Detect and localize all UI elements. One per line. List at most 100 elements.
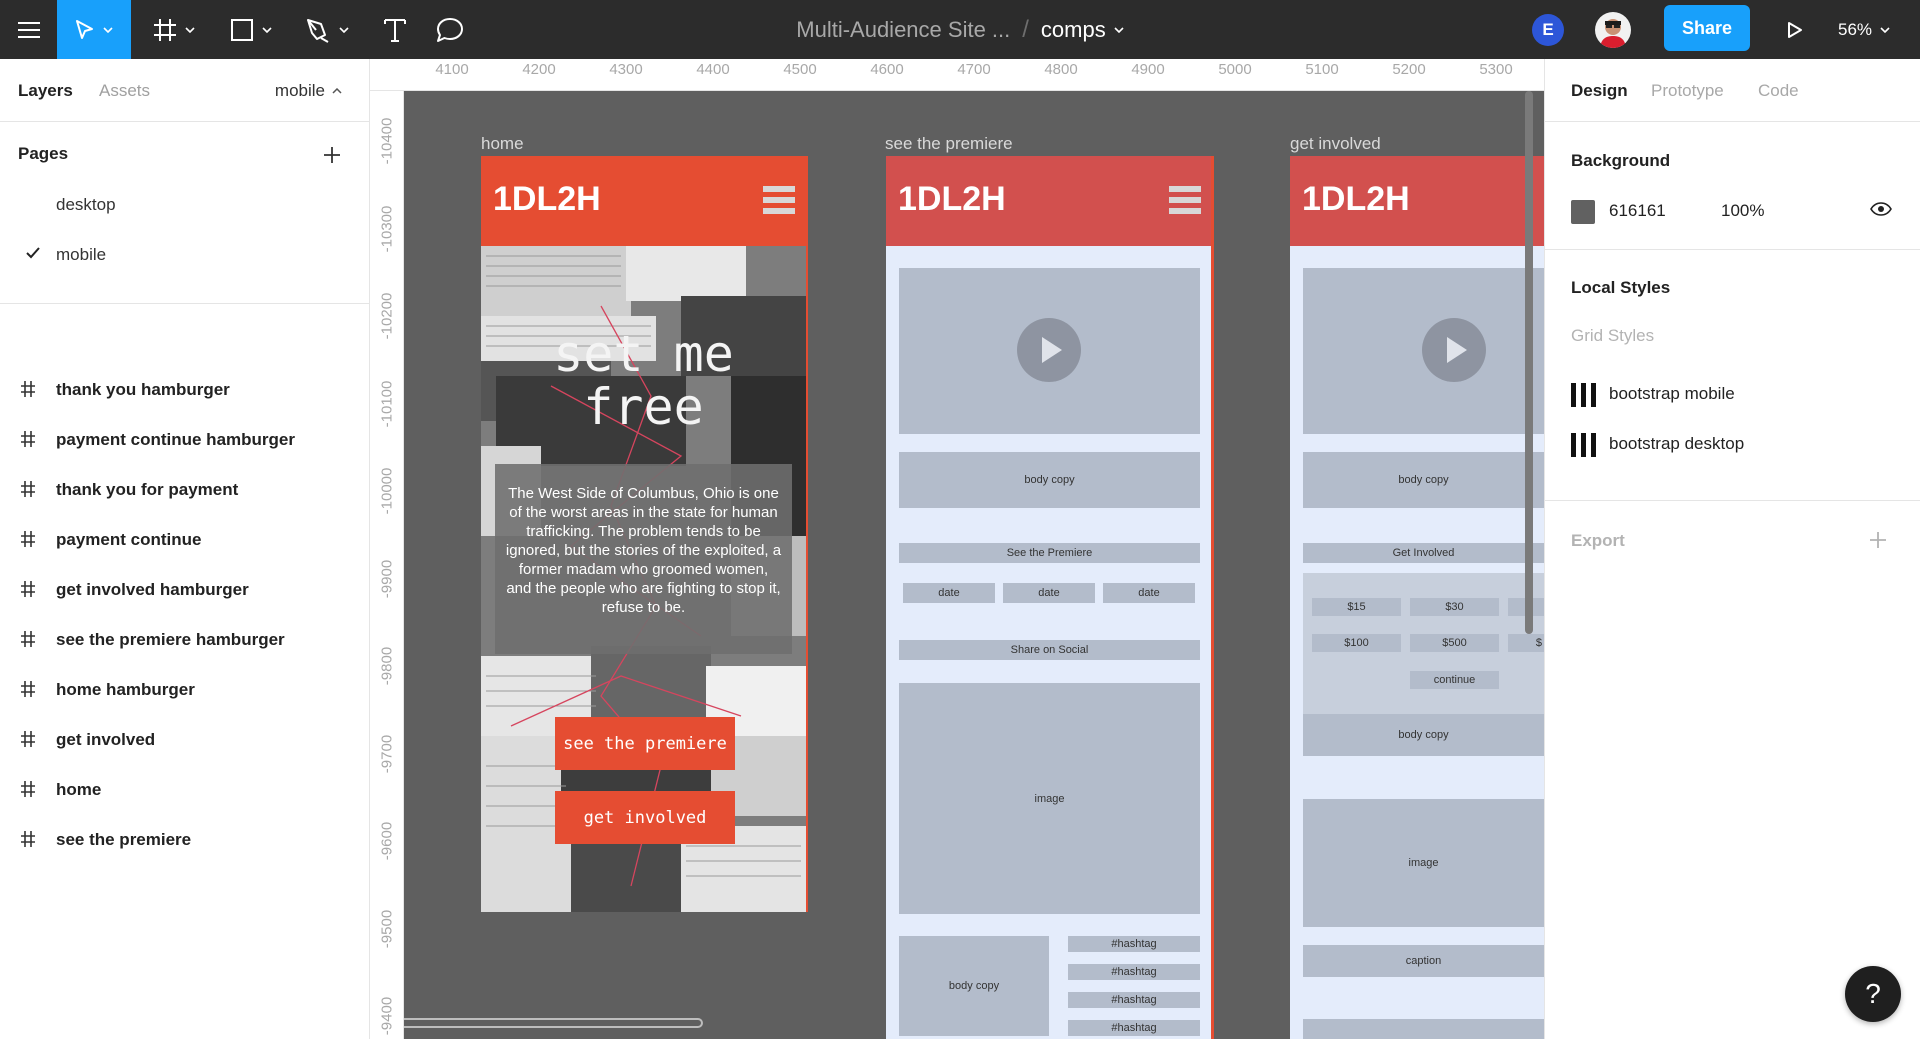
date-button[interactable]: date	[1103, 583, 1195, 603]
grid-style-bootstrap-mobile[interactable]: bootstrap mobile	[1571, 380, 1901, 410]
ruler-tick-label: 5100	[1305, 61, 1339, 78]
layer-item[interactable]: see the premiere	[0, 820, 369, 860]
hashtag-chip[interactable]: #hashtag	[1068, 964, 1200, 980]
layer-item-label: thank you for payment	[56, 480, 239, 499]
present-button[interactable]	[1775, 0, 1815, 59]
get-involved-section-button[interactable]: Get Involved	[1303, 543, 1544, 563]
hero-section: set me free The West Side of Columbus, O…	[481, 246, 806, 912]
shape-tool-button[interactable]	[218, 0, 284, 59]
layer-item[interactable]: get involved	[0, 720, 369, 760]
add-page-button[interactable]	[320, 143, 344, 167]
background-color-swatch[interactable]	[1571, 200, 1595, 224]
ruler-tick-label: -10300	[378, 205, 396, 252]
page-menu[interactable]: comps	[1041, 17, 1124, 43]
plus-icon[interactable]	[1867, 529, 1889, 551]
ruler-tick-label: -9900	[378, 559, 396, 598]
frame-label-home[interactable]: home	[481, 134, 524, 154]
get-involved-button[interactable]: get involved	[555, 791, 735, 844]
video-placeholder[interactable]	[1303, 268, 1544, 434]
frame-see-the-premiere[interactable]: 1DL2H body copy See the Premiere date da…	[886, 156, 1214, 1039]
layers-panel: Layers Assets mobile Pages desktop mobil…	[0, 59, 370, 1039]
main-menu-button[interactable]	[0, 0, 57, 59]
layer-item[interactable]: thank you for payment	[0, 470, 369, 510]
page-item-desktop[interactable]: desktop	[0, 185, 369, 225]
amount-button[interactable]: $15	[1312, 598, 1401, 616]
frame-label-premiere[interactable]: see the premiere	[885, 134, 1013, 154]
horizontal-scrollbar[interactable]	[370, 1018, 703, 1028]
avatar[interactable]: E	[1532, 14, 1564, 46]
pen-tool-button[interactable]	[294, 0, 360, 59]
layer-item[interactable]: home hamburger	[0, 670, 369, 710]
hero-title-line-2: free	[583, 378, 704, 436]
ruler-tick-label: 4600	[870, 61, 904, 78]
text-tool-button[interactable]	[370, 0, 420, 59]
hamburger-icon[interactable]	[1169, 186, 1201, 216]
layer-item-label: see the premiere hamburger	[56, 630, 285, 649]
layer-item[interactable]: home	[0, 770, 369, 810]
file-name[interactable]: Multi-Audience Site ...	[796, 17, 1010, 43]
ruler-tick-label: -9400	[378, 996, 396, 1036]
date-button[interactable]: date	[903, 583, 995, 603]
brand-logo[interactable]: 1DL2H	[1302, 180, 1410, 219]
zoom-menu[interactable]: 56%	[1838, 0, 1890, 59]
frame-icon	[21, 831, 35, 847]
amount-button[interactable]: $100	[1312, 634, 1401, 652]
page-item-mobile[interactable]: mobile	[0, 235, 369, 275]
body-copy-block: body copy	[1303, 714, 1544, 756]
frame-home[interactable]: 1DL2H set me free The West Side of Colum…	[481, 156, 808, 912]
comment-tool-button[interactable]	[425, 0, 475, 59]
move-tool-button[interactable]	[57, 0, 131, 59]
see-premiere-section-button[interactable]: See the Premiere	[899, 543, 1200, 563]
layer-item[interactable]: thank you hamburger	[0, 370, 369, 410]
hamburger-icon[interactable]	[763, 186, 795, 216]
frame-get-involved[interactable]: 1DL2H body copy Get Involved $15 $30 $10…	[1290, 156, 1544, 1039]
vertical-scrollbar[interactable]	[1525, 91, 1533, 634]
video-placeholder[interactable]	[899, 268, 1200, 434]
layer-item[interactable]: see the premiere hamburger	[0, 620, 369, 660]
share-on-social-button[interactable]: Share on Social	[899, 640, 1200, 660]
amount-button[interactable]: $30	[1410, 598, 1499, 616]
grid-style-bootstrap-desktop[interactable]: bootstrap desktop	[1571, 430, 1901, 460]
layer-item[interactable]: payment continue hamburger	[0, 420, 369, 460]
tab-layers[interactable]: Layers	[18, 59, 73, 122]
play-icon[interactable]	[1422, 318, 1486, 382]
help-button[interactable]: ?	[1845, 966, 1901, 1022]
divider	[1545, 249, 1920, 250]
layer-item-label: get involved	[56, 730, 156, 749]
see-premiere-button[interactable]: see the premiere	[555, 717, 735, 770]
frame-tool-button[interactable]	[141, 0, 207, 59]
hashtag-chip[interactable]: #hashtag	[1068, 992, 1200, 1008]
ruler-tick-label: 4100	[435, 61, 469, 78]
tab-assets[interactable]: Assets	[99, 59, 150, 122]
date-button[interactable]: date	[1003, 583, 1095, 603]
chevron-down-icon	[185, 26, 195, 33]
frame-icon	[21, 781, 35, 797]
background-opacity-input[interactable]: 100%	[1721, 201, 1764, 221]
tab-code[interactable]: Code	[1758, 59, 1799, 122]
hashtag-chip[interactable]: #hashtag	[1068, 936, 1200, 952]
continue-button[interactable]: continue	[1410, 671, 1499, 689]
share-button[interactable]: Share	[1664, 5, 1750, 51]
tab-prototype[interactable]: Prototype	[1651, 59, 1724, 122]
brand-logo[interactable]: 1DL2H	[898, 180, 1006, 219]
amount-button[interactable]: $	[1508, 634, 1544, 652]
tab-design[interactable]: Design	[1571, 59, 1628, 122]
hashtag-chip[interactable]: #hashtag	[1068, 1020, 1200, 1036]
layer-item[interactable]: get involved hamburger	[0, 570, 369, 610]
layer-item[interactable]: payment continue	[0, 520, 369, 560]
chevron-down-icon	[103, 26, 113, 33]
content-block	[1303, 1019, 1544, 1039]
play-icon[interactable]	[1017, 318, 1081, 382]
brand-logo[interactable]: 1DL2H	[493, 180, 601, 219]
eye-icon[interactable]	[1870, 202, 1892, 216]
canvas[interactable]: home 1DL2H set me free The West Side of …	[370, 59, 1544, 1039]
frame-icon	[21, 431, 35, 447]
background-hex-input[interactable]: 616161	[1609, 201, 1666, 221]
amount-button[interactable]: $500	[1410, 634, 1499, 652]
chevron-down-icon	[1880, 26, 1890, 33]
user-avatar-photo[interactable]	[1595, 12, 1631, 48]
frame-label-involved[interactable]: get involved	[1290, 134, 1381, 154]
layer-item-label: home	[56, 780, 102, 799]
page-selector[interactable]: mobile	[275, 59, 342, 122]
ruler-tick-label: -9500	[378, 909, 396, 948]
